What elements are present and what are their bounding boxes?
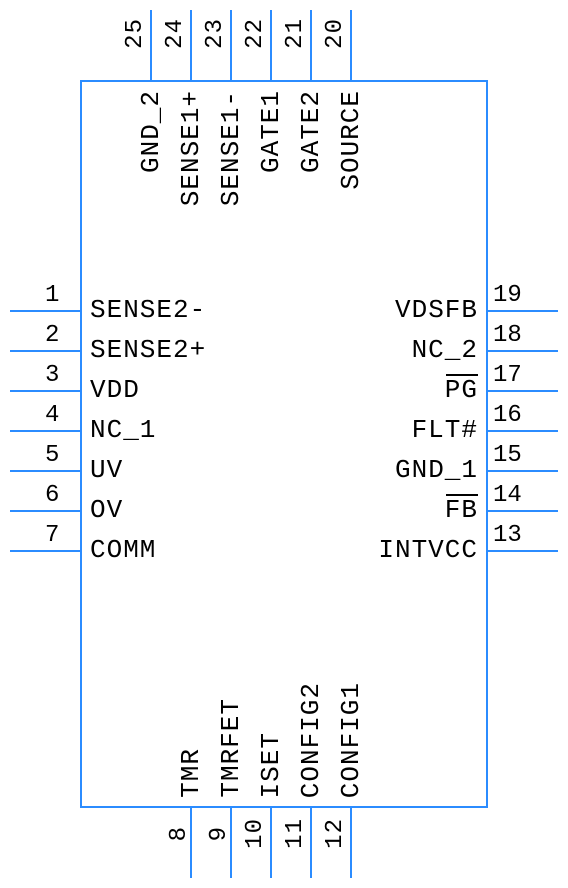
pin-label: TMR: [176, 748, 206, 798]
pin-number: 16: [493, 402, 522, 429]
pin-label: GATE2: [296, 90, 326, 173]
pin-label: NC_1: [90, 415, 156, 445]
pin-number: 15: [493, 442, 522, 469]
pin-stub: [230, 10, 232, 80]
pin-number: 18: [493, 322, 522, 349]
pin-number: 10: [242, 818, 269, 849]
pin-number: 14: [493, 482, 522, 509]
pin-stub: [10, 390, 80, 392]
pin-label: OV: [90, 495, 123, 525]
pin-number: 5: [45, 442, 59, 469]
pin-stub: [10, 550, 80, 552]
pin-stub: [270, 808, 272, 878]
overline: [446, 494, 478, 496]
pin-number: 11: [282, 818, 309, 849]
pin-number: 22: [242, 18, 269, 49]
pin-stub: [190, 10, 192, 80]
pin-stub: [488, 510, 558, 512]
pin-number: 25: [122, 18, 149, 49]
pin-label: COMM: [90, 535, 156, 565]
pin-number: 1: [45, 282, 59, 309]
pin-label: PG: [445, 375, 478, 405]
pin-stub: [350, 808, 352, 878]
pin-number: 12: [322, 818, 349, 849]
pin-stub: [270, 10, 272, 80]
pin-label: SENSE1-: [216, 90, 246, 206]
pin-label: GATE1: [256, 90, 286, 173]
pin-label: ISET: [256, 732, 286, 798]
pin-number: 2: [45, 322, 59, 349]
pin-number: 7: [45, 522, 59, 549]
pin-number: 4: [45, 402, 59, 429]
pin-label: SENSE1+: [176, 90, 206, 206]
pin-label: NC_2: [412, 335, 478, 365]
pin-stub: [488, 310, 558, 312]
pin-stub: [350, 10, 352, 80]
pin-stub: [10, 470, 80, 472]
pin-number: 13: [493, 522, 522, 549]
pin-stub: [10, 510, 80, 512]
pin-stub: [10, 430, 80, 432]
pin-number: 20: [322, 18, 349, 49]
pin-label: SOURCE: [336, 90, 366, 190]
pin-label: CONFIG1: [336, 682, 366, 798]
pin-label: SENSE2-: [90, 295, 206, 325]
pin-stub: [10, 310, 80, 312]
pin-stub: [190, 808, 192, 878]
pin-number: 6: [45, 482, 59, 509]
overline: [446, 374, 478, 376]
pin-number: 23: [202, 18, 229, 49]
pin-label: GND_2: [136, 90, 166, 173]
pin-number: 8: [166, 826, 193, 841]
pin-number: 24: [162, 18, 189, 49]
pin-label: UV: [90, 455, 123, 485]
pin-number: 21: [282, 18, 309, 49]
pin-stub: [230, 808, 232, 878]
pin-number: 17: [493, 362, 522, 389]
pin-label: VDD: [90, 375, 140, 405]
pin-stub: [488, 470, 558, 472]
pin-stub: [310, 808, 312, 878]
pin-stub: [488, 550, 558, 552]
pin-stub: [488, 390, 558, 392]
pin-label: VDSFB: [395, 295, 478, 325]
pin-stub: [150, 10, 152, 80]
pin-label: INTVCC: [378, 535, 478, 565]
pin-stub: [488, 350, 558, 352]
pin-label: FB: [445, 495, 478, 525]
pin-number: 3: [45, 362, 59, 389]
pin-label: SENSE2+: [90, 335, 206, 365]
pin-number: 9: [206, 826, 233, 841]
pin-stub: [10, 350, 80, 352]
pin-stub: [488, 430, 558, 432]
pin-stub: [310, 10, 312, 80]
pin-number: 19: [493, 282, 522, 309]
pin-label: GND_1: [395, 455, 478, 485]
pin-label: TMRFET: [216, 698, 246, 798]
pin-label: FLT#: [412, 415, 478, 445]
pin-label: CONFIG2: [296, 682, 326, 798]
